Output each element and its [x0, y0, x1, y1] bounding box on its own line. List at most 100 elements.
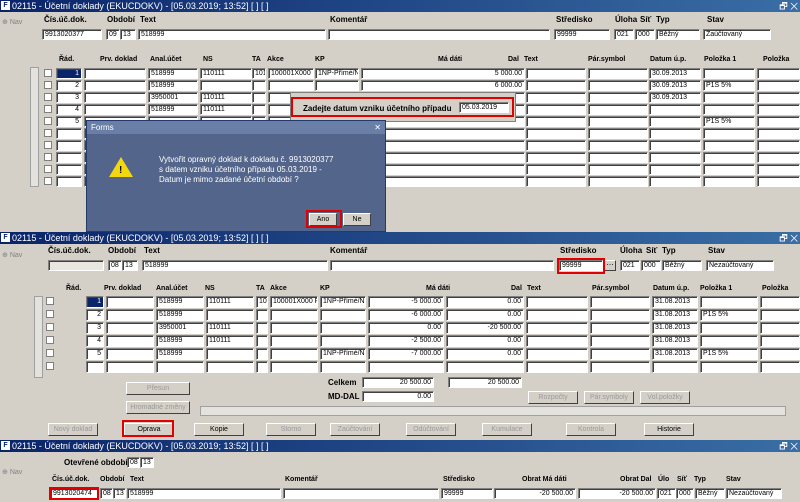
row-anal[interactable]: 518999: [148, 68, 198, 79]
window-3-titlebar[interactable]: F 02115 - Účetní doklady (EKUCDOKV) - [0…: [0, 440, 800, 452]
row-kp[interactable]: [315, 80, 359, 91]
row-text[interactable]: [526, 296, 588, 308]
row-datum[interactable]: [649, 140, 701, 151]
row-polozka1[interactable]: [703, 176, 755, 187]
row-ns[interactable]: 110111: [200, 68, 252, 79]
row-par[interactable]: [588, 176, 648, 187]
row-polozka1[interactable]: P1S 5%: [703, 116, 755, 127]
historie-button[interactable]: Historie: [644, 423, 694, 436]
sit-field[interactable]: 000: [641, 260, 661, 271]
row-ta[interactable]: [256, 348, 268, 360]
row-anal[interactable]: 518999: [148, 104, 198, 115]
row-mada[interactable]: -7 000.00: [368, 348, 444, 360]
row-par[interactable]: [588, 80, 648, 91]
row-polozka2[interactable]: [757, 116, 800, 127]
row-dal[interactable]: 0.00: [446, 348, 524, 360]
novy-doklad-button[interactable]: Nový doklad: [48, 423, 98, 436]
row-ta[interactable]: 101: [256, 296, 268, 308]
typ-field[interactable]: Běžný: [656, 29, 700, 40]
row-rad[interactable]: 4: [86, 335, 104, 347]
row-datum[interactable]: 31.08.2013: [652, 309, 698, 321]
row-checkbox[interactable]: [44, 153, 52, 161]
row-polozka1[interactable]: [703, 140, 755, 151]
row-prv-doklad[interactable]: [106, 335, 154, 347]
row-checkbox[interactable]: [44, 81, 52, 89]
row-ns[interactable]: 110111: [206, 335, 254, 347]
row-par[interactable]: [588, 128, 648, 139]
row-polozka1[interactable]: [703, 164, 755, 175]
row-text[interactable]: [526, 104, 586, 115]
row-checkbox[interactable]: [46, 297, 54, 305]
row-prv-doklad[interactable]: [106, 361, 154, 373]
zauctovani-button[interactable]: Zaúčtování: [330, 423, 380, 436]
row-mada[interactable]: -6 000.00: [368, 309, 444, 321]
row-datum[interactable]: 30.09.2013: [649, 80, 701, 91]
row-ta[interactable]: [252, 92, 266, 103]
row-par[interactable]: [588, 68, 648, 79]
row-polozka2[interactable]: [757, 92, 800, 103]
row-anal[interactable]: 3950001: [148, 92, 198, 103]
row-ta[interactable]: [256, 322, 268, 334]
row-par[interactable]: [590, 335, 650, 347]
sit-field[interactable]: 000: [635, 29, 655, 40]
row-anal[interactable]: 518999: [156, 348, 204, 360]
row-polozka1[interactable]: P1S 5%: [703, 80, 755, 91]
row-obd2[interactable]: 13: [113, 488, 126, 499]
row-akce[interactable]: 100001X000 F: [268, 68, 314, 79]
vol-polozky-button[interactable]: Vol.položky: [640, 391, 690, 404]
row-polozka2[interactable]: [760, 296, 800, 308]
row-typ[interactable]: Běžný: [695, 488, 725, 499]
storno-button[interactable]: Storno: [266, 423, 316, 436]
row-polozka2[interactable]: [760, 322, 800, 334]
row-rad[interactable]: 4: [56, 104, 82, 115]
row-mada[interactable]: 0.00: [368, 322, 444, 334]
row-datum[interactable]: 31.08.2013: [652, 296, 698, 308]
row-kp[interactable]: 1NP-Přímé/N: [320, 296, 366, 308]
row-polozka2[interactable]: [757, 164, 800, 175]
stav-field[interactable]: Nezaúčtovaný: [706, 260, 774, 271]
row-checkbox[interactable]: [46, 362, 54, 370]
row-akce[interactable]: 100001X000 F: [270, 296, 318, 308]
row-par[interactable]: [588, 92, 648, 103]
row-mada[interactable]: -20 500.00: [494, 488, 576, 499]
row-prv-doklad[interactable]: [84, 68, 146, 79]
row-polozka1[interactable]: [700, 296, 758, 308]
row-mada[interactable]: [368, 361, 444, 373]
row-ns[interactable]: [206, 361, 254, 373]
uloha-field[interactable]: 021: [620, 260, 640, 271]
row-anal[interactable]: 518999: [148, 80, 198, 91]
cis-field[interactable]: 9913020377: [42, 29, 102, 40]
obdobi-month-field[interactable]: 08: [108, 260, 122, 271]
row-kp[interactable]: [320, 361, 366, 373]
row-kp[interactable]: [320, 335, 366, 347]
row-ta[interactable]: [256, 335, 268, 347]
row-polozka1[interactable]: P1S 5%: [700, 348, 758, 360]
row-text[interactable]: [526, 140, 586, 151]
row-text[interactable]: [526, 128, 586, 139]
row-polozka2[interactable]: [760, 309, 800, 321]
obdobi-year-field[interactable]: 13: [122, 260, 138, 271]
row-rad[interactable]: [86, 361, 104, 373]
row-rad[interactable]: [56, 176, 82, 187]
kopie-button[interactable]: Kopie: [194, 423, 244, 436]
row-polozka2[interactable]: [757, 104, 800, 115]
row-checkbox[interactable]: [44, 93, 52, 101]
row-par[interactable]: [590, 309, 650, 321]
row-prv-doklad[interactable]: [106, 296, 154, 308]
row-polozka2[interactable]: [757, 140, 800, 151]
row-ulo[interactable]: 021: [657, 488, 676, 499]
window-controls-icon[interactable]: 🗗 ✕: [779, 232, 798, 244]
hromadne-zmeny-button[interactable]: Hromadné změny: [126, 401, 190, 414]
row-ta[interactable]: [252, 80, 266, 91]
row-prv-doklad[interactable]: [106, 348, 154, 360]
row-prv-doklad[interactable]: [84, 80, 146, 91]
row-komentar[interactable]: [283, 488, 439, 499]
nav-button[interactable]: ⊕ Nav: [2, 251, 22, 259]
cis-field[interactable]: [48, 260, 104, 271]
row-dal[interactable]: 0.00: [446, 335, 524, 347]
oductovani-button[interactable]: Odúčtování: [406, 423, 456, 436]
row-anal[interactable]: [156, 361, 204, 373]
row-akce[interactable]: [268, 80, 314, 91]
close-icon[interactable]: ✕: [374, 121, 381, 134]
row-mada[interactable]: 6 000.00: [361, 80, 525, 91]
